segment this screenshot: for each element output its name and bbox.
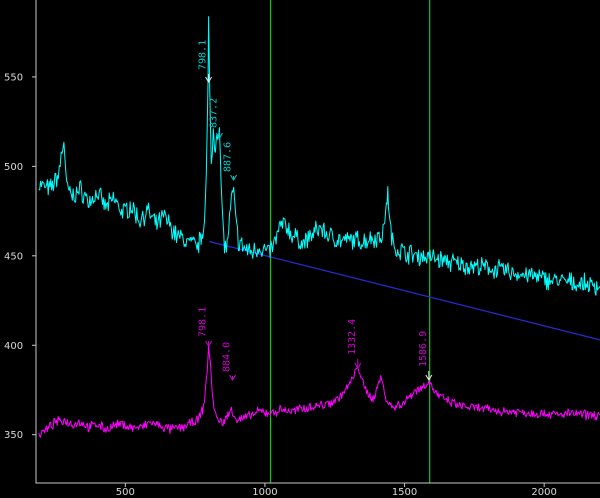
y-tick-label: 400 <box>4 341 23 352</box>
x-tick-label: 500 <box>116 487 135 498</box>
axis-frame <box>35 0 600 484</box>
peak-label-text: 798.1 <box>198 307 209 337</box>
x-tick-label: 2000 <box>531 487 556 498</box>
peak-label-text: 884.0 <box>222 342 233 372</box>
peak-label-lower: 1332.4 <box>347 319 362 369</box>
peak-label-text: 887.6 <box>223 142 234 172</box>
peak-label-text: 798.1 <box>198 40 209 70</box>
x-tick-label: 1000 <box>252 487 277 498</box>
spectrum-chart: 798.1 837.2 887.6 798.1 884.0 1332.4 1586.9 50… <box>4 0 600 498</box>
y-tick-label: 550 <box>4 72 23 83</box>
peak-label-text: 1586.9 <box>418 331 429 367</box>
peak-label-lower: 884.0 <box>222 342 236 381</box>
baseline-fit-line <box>208 240 600 341</box>
peak-label-text: 1332.4 <box>347 319 358 355</box>
y-tick-label: 500 <box>4 162 23 173</box>
series-upper-line <box>38 16 600 296</box>
y-tick-label: 450 <box>4 251 23 262</box>
series-lower-line <box>38 345 600 438</box>
x-tick-label: 1500 <box>392 487 417 498</box>
peak-label-lower: 798.1 <box>198 307 213 347</box>
y-tick-label: 350 <box>4 430 23 441</box>
peak-label-upper: 887.6 <box>223 142 237 181</box>
peak-label-text: 837.2 <box>208 98 219 128</box>
